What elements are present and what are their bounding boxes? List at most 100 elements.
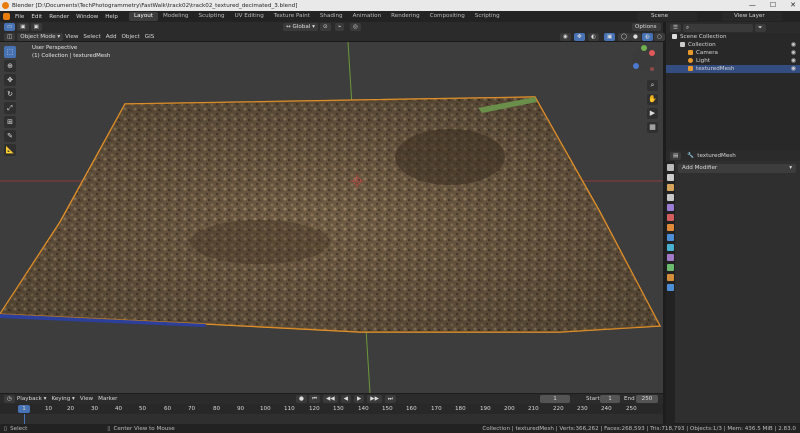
visibility-eye-icon[interactable]: ◉ [791, 65, 796, 73]
annotate-tool-icon[interactable]: ✎ [4, 130, 16, 142]
transform-tool-icon[interactable]: ⊞ [4, 116, 16, 128]
visibility-icon[interactable]: ◉ [560, 32, 571, 41]
rotate-tool-icon[interactable]: ↻ [4, 88, 16, 100]
pivot-point-icon[interactable]: ⊙ [320, 23, 331, 31]
play-icon[interactable]: ▶ [353, 395, 365, 403]
tab-sculpting[interactable]: Sculpting [193, 12, 229, 21]
menu-select[interactable]: Select [83, 34, 100, 40]
zoom-icon[interactable]: ⌕ [647, 80, 658, 91]
visibility-eye-icon[interactable]: ◉ [791, 41, 796, 49]
select-mode-icon[interactable]: ▣ [17, 23, 29, 31]
close-button[interactable]: ✕ [790, 0, 796, 11]
modifier-tab-icon[interactable] [667, 234, 674, 241]
minimize-button[interactable]: — [749, 0, 756, 11]
tab-uv-editing[interactable]: UV Editing [230, 12, 269, 21]
outliner-row-scene-collection[interactable]: Scene Collection [666, 33, 800, 41]
scale-tool-icon[interactable]: ⤢ [4, 102, 16, 114]
xray-icon[interactable]: ▣ [604, 32, 616, 41]
tab-rendering[interactable]: Rendering [386, 12, 425, 21]
view-layer-selector[interactable]: View Layer [722, 12, 782, 21]
output-tab-icon[interactable] [667, 184, 674, 191]
select-tool-icon[interactable]: ⬚ [4, 46, 16, 58]
overlay-icon[interactable]: ◐ [588, 32, 599, 41]
outliner-row-texturedmesh[interactable]: texturedMesh ◉ [666, 65, 800, 73]
editor-type-icon[interactable]: ◫ [4, 32, 16, 41]
menu-gis[interactable]: GIS [145, 34, 155, 40]
outliner-row-light[interactable]: Light ◉ [666, 57, 800, 65]
pan-hand-icon[interactable]: ✋ [647, 94, 658, 105]
blender-menu-icon[interactable] [3, 13, 10, 20]
jump-start-icon[interactable]: ⏮ [309, 395, 321, 403]
tab-texture-paint[interactable]: Texture Paint [269, 12, 315, 21]
camera-view-icon[interactable]: ▶ [647, 108, 658, 119]
next-key-icon[interactable]: ▶▶ [367, 395, 382, 403]
visibility-eye-icon[interactable]: ◉ [791, 57, 796, 65]
measure-tool-icon[interactable]: 📐 [4, 144, 16, 156]
properties-editor-icon[interactable]: ▤ [670, 151, 682, 160]
playhead-frame[interactable]: 1 [18, 405, 30, 413]
outliner-editor-icon[interactable]: ☰ [670, 23, 682, 32]
outliner-row-collection[interactable]: Collection ◉ [666, 41, 800, 49]
physics-tab-icon[interactable] [667, 254, 674, 261]
menu-playback[interactable]: Playback ▾ [17, 396, 47, 402]
tab-scripting[interactable]: Scripting [470, 12, 505, 21]
menu-view[interactable]: View [65, 34, 78, 40]
jump-end-icon[interactable]: ⏭ [384, 395, 396, 403]
cursor-tool-icon[interactable]: ⊕ [4, 60, 16, 72]
timeline-track-area[interactable] [0, 414, 663, 424]
proportional-edit-icon[interactable]: ◎ [350, 23, 361, 31]
add-modifier-dropdown[interactable]: Add Modifier ▾ [678, 164, 796, 173]
menu-keying[interactable]: Keying ▾ [51, 396, 74, 402]
move-tool-icon[interactable]: ✥ [4, 74, 16, 86]
menu-object[interactable]: Object [122, 34, 140, 40]
filter-icon[interactable]: ⏷ [755, 23, 766, 32]
end-frame-field[interactable]: 250 [636, 395, 658, 403]
menu-file[interactable]: File [15, 14, 24, 20]
start-frame-field[interactable]: 1 [600, 395, 620, 403]
navigation-gizmo[interactable] [630, 44, 658, 74]
menu-marker[interactable]: Marker [98, 396, 117, 402]
object-tab-icon[interactable] [667, 224, 674, 231]
menu-edit[interactable]: Edit [31, 14, 42, 20]
select-box-icon[interactable]: ▭ [4, 23, 16, 31]
menu-add[interactable]: Add [106, 34, 117, 40]
record-icon[interactable]: ● [296, 395, 307, 403]
outliner-row-camera[interactable]: Camera ◉ [666, 49, 800, 57]
3d-viewport[interactable]: User Perspective (1) Collection | textur… [0, 42, 663, 393]
shading-rendered-icon[interactable]: ○ [654, 32, 665, 41]
shading-material-icon[interactable]: ◍ [642, 32, 653, 41]
maximize-button[interactable]: ☐ [770, 0, 776, 11]
menu-render[interactable]: Render [49, 14, 69, 20]
tab-compositing[interactable]: Compositing [425, 12, 470, 21]
timeline-editor-icon[interactable]: ◷ [4, 395, 15, 403]
particles-tab-icon[interactable] [667, 244, 674, 251]
gizmo-icon[interactable]: ✥ [574, 32, 585, 41]
prev-key-icon[interactable]: ◀◀ [323, 395, 338, 403]
transform-orientation-select[interactable]: ↔ Global ▾ [283, 23, 318, 31]
render-tab-icon[interactable] [667, 174, 674, 181]
options-dropdown[interactable]: Options ▾ [632, 23, 661, 38]
world-tab-icon[interactable] [667, 214, 674, 221]
ortho-toggle-icon[interactable]: ▦ [647, 122, 658, 133]
tool-tab-icon[interactable] [667, 164, 674, 171]
tab-modeling[interactable]: Modeling [158, 12, 193, 21]
constraints-tab-icon[interactable] [667, 264, 674, 271]
scene-selector[interactable]: Scene [637, 12, 697, 21]
menu-window[interactable]: Window [76, 14, 98, 20]
scene-tab-icon[interactable] [667, 204, 674, 211]
timeline-ruler[interactable]: 1 10 20 30 40 50 60 70 80 90 100 110 120… [0, 404, 663, 414]
view-layer-tab-icon[interactable] [667, 194, 674, 201]
shading-solid-icon[interactable]: ● [630, 32, 641, 41]
material-tab-icon[interactable] [667, 284, 674, 291]
shading-wireframe-icon[interactable]: ◯ [618, 32, 631, 41]
tab-shading[interactable]: Shading [315, 12, 348, 21]
visibility-eye-icon[interactable]: ◉ [791, 49, 796, 57]
outliner-search-input[interactable]: ⌕ [683, 23, 754, 32]
play-reverse-icon[interactable]: ◀ [340, 395, 351, 403]
data-tab-icon[interactable] [667, 274, 674, 281]
snap-icon[interactable]: ⌁ [335, 23, 345, 31]
select-mode-2-icon[interactable]: ▣ [30, 23, 42, 31]
menu-timeline-view[interactable]: View [80, 396, 93, 402]
current-frame-field[interactable]: 1 [540, 395, 570, 403]
menu-help[interactable]: Help [105, 14, 118, 20]
